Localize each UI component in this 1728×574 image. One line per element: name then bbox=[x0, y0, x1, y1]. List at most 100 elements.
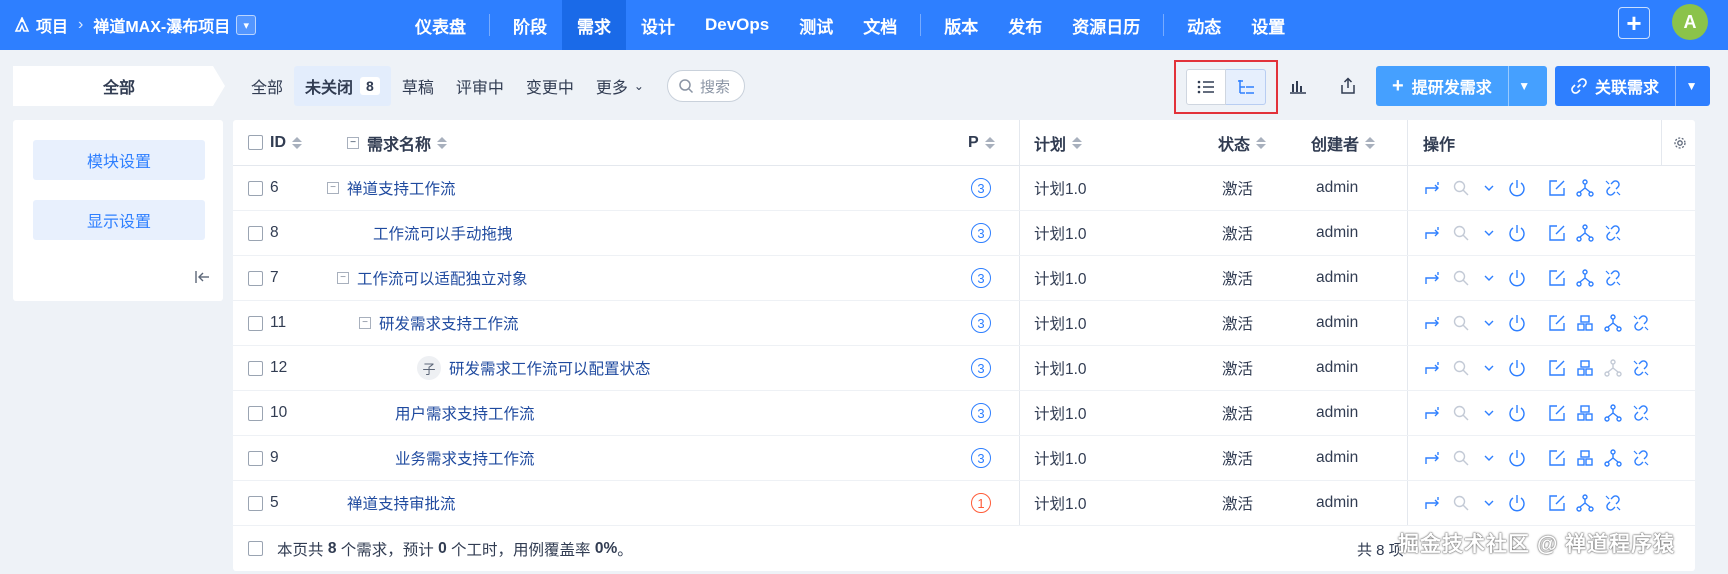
filter-changing[interactable]: 变更中 bbox=[515, 66, 585, 106]
edit-icon[interactable] bbox=[1543, 399, 1571, 427]
edit-icon[interactable] bbox=[1543, 354, 1571, 382]
story-name-link[interactable]: 研发需求工作流可以配置状态 bbox=[449, 357, 651, 379]
change-icon[interactable] bbox=[1419, 264, 1447, 292]
story-name-link[interactable]: 禅道支持工作流 bbox=[347, 177, 456, 199]
story-name-link[interactable]: 工作流可以适配独立对象 bbox=[357, 267, 528, 289]
row-checkbox[interactable] bbox=[248, 270, 263, 286]
review-icon[interactable] bbox=[1447, 444, 1475, 472]
chevron-down-icon[interactable]: ▼ bbox=[1675, 66, 1707, 106]
review-icon[interactable] bbox=[1447, 264, 1475, 292]
row-checkbox[interactable] bbox=[248, 315, 263, 331]
filter-unclosed[interactable]: 未关闭 8 bbox=[294, 66, 391, 106]
row-checkbox[interactable] bbox=[248, 495, 263, 511]
table-row[interactable]: 8 工作流可以手动拖拽 3 计划1.0 激活 admin bbox=[233, 211, 1695, 256]
change-icon[interactable] bbox=[1419, 399, 1447, 427]
subdivide-icon[interactable] bbox=[1599, 309, 1627, 337]
menu-dynamic[interactable]: 动态 bbox=[1172, 0, 1236, 50]
table-row[interactable]: 7 − 工作流可以适配独立对象 3 计划1.0 激活 admin bbox=[233, 256, 1695, 301]
list-view-button[interactable] bbox=[1186, 69, 1226, 105]
chevron-down-icon[interactable] bbox=[1475, 219, 1503, 247]
collapse-toggle-icon[interactable]: − bbox=[359, 317, 371, 329]
chart-icon[interactable] bbox=[1284, 72, 1312, 100]
review-icon[interactable] bbox=[1447, 399, 1475, 427]
table-row[interactable]: 11 − 研发需求支持工作流 3 计划1.0 激活 admin bbox=[233, 301, 1695, 346]
link-story-button[interactable]: 关联需求 ▼ bbox=[1555, 66, 1710, 106]
table-row[interactable]: 9 业务需求支持工作流 3 计划1.0 激活 admin bbox=[233, 436, 1695, 481]
row-checkbox[interactable] bbox=[248, 450, 263, 466]
change-icon[interactable] bbox=[1419, 174, 1447, 202]
change-icon[interactable] bbox=[1419, 309, 1447, 337]
add-icon[interactable]: + bbox=[1618, 7, 1650, 39]
subdivide-icon[interactable] bbox=[1571, 264, 1599, 292]
chevron-down-icon[interactable] bbox=[1475, 399, 1503, 427]
header-status[interactable]: 状态 bbox=[1218, 120, 1267, 165]
change-icon[interactable] bbox=[1419, 489, 1447, 517]
edit-icon[interactable] bbox=[1543, 174, 1571, 202]
unlink-icon[interactable] bbox=[1627, 309, 1655, 337]
menu-dashboard[interactable]: 仪表盘 bbox=[400, 0, 481, 50]
chevron-down-icon[interactable] bbox=[1475, 264, 1503, 292]
avatar[interactable]: A bbox=[1672, 4, 1708, 40]
breadcrumb-project[interactable]: 项目 bbox=[36, 13, 68, 37]
unlink-icon[interactable] bbox=[1599, 489, 1627, 517]
review-icon[interactable] bbox=[1447, 219, 1475, 247]
unlink-icon[interactable] bbox=[1599, 219, 1627, 247]
table-row[interactable]: 12 子研发需求工作流可以配置状态 3 计划1.0 激活 admin bbox=[233, 346, 1695, 391]
close-story-icon[interactable] bbox=[1503, 174, 1531, 202]
unlink-icon[interactable] bbox=[1627, 354, 1655, 382]
batch-create-icon[interactable] bbox=[1571, 354, 1599, 382]
filter-draft[interactable]: 草稿 bbox=[391, 66, 445, 106]
close-story-icon[interactable] bbox=[1503, 309, 1531, 337]
story-name-link[interactable]: 研发需求支持工作流 bbox=[379, 312, 519, 334]
chevron-down-icon[interactable] bbox=[1475, 309, 1503, 337]
header-priority[interactable]: P bbox=[968, 120, 995, 165]
subdivide-icon[interactable] bbox=[1571, 489, 1599, 517]
chevron-down-icon[interactable] bbox=[1475, 489, 1503, 517]
chevron-down-icon[interactable] bbox=[1475, 174, 1503, 202]
row-checkbox[interactable] bbox=[248, 360, 263, 376]
menu-story[interactable]: 需求 bbox=[562, 0, 626, 50]
select-page-checkbox[interactable] bbox=[248, 541, 263, 556]
batch-create-icon[interactable] bbox=[1571, 444, 1599, 472]
review-icon[interactable] bbox=[1447, 174, 1475, 202]
chevron-down-icon[interactable] bbox=[1475, 354, 1503, 382]
header-creator[interactable]: 创建者 bbox=[1311, 120, 1376, 165]
collapse-toggle-icon[interactable]: − bbox=[327, 182, 339, 194]
unlink-icon[interactable] bbox=[1599, 264, 1627, 292]
menu-doc[interactable]: 文档 bbox=[848, 0, 912, 50]
change-icon[interactable] bbox=[1419, 444, 1447, 472]
collapse-toggle-icon[interactable]: − bbox=[337, 272, 349, 284]
unlink-icon[interactable] bbox=[1599, 174, 1627, 202]
batch-create-icon[interactable] bbox=[1571, 309, 1599, 337]
change-icon[interactable] bbox=[1419, 219, 1447, 247]
chevron-down-icon[interactable]: ▾ bbox=[236, 15, 257, 35]
menu-test[interactable]: 测试 bbox=[784, 0, 848, 50]
review-icon[interactable] bbox=[1447, 354, 1475, 382]
menu-design[interactable]: 设计 bbox=[626, 0, 690, 50]
header-plan[interactable]: 计划 bbox=[1034, 120, 1083, 165]
review-icon[interactable] bbox=[1447, 489, 1475, 517]
change-icon[interactable] bbox=[1419, 354, 1447, 382]
close-story-icon[interactable] bbox=[1503, 399, 1531, 427]
edit-icon[interactable] bbox=[1543, 489, 1571, 517]
filter-reviewing[interactable]: 评审中 bbox=[445, 66, 515, 106]
subdivide-icon[interactable] bbox=[1571, 219, 1599, 247]
batch-create-icon[interactable] bbox=[1571, 399, 1599, 427]
close-story-icon[interactable] bbox=[1503, 264, 1531, 292]
menu-build[interactable]: 版本 bbox=[929, 0, 993, 50]
story-name-link[interactable]: 工作流可以手动拖拽 bbox=[373, 222, 513, 244]
close-story-icon[interactable] bbox=[1503, 354, 1531, 382]
subdivide-icon[interactable] bbox=[1599, 444, 1627, 472]
story-name-link[interactable]: 业务需求支持工作流 bbox=[395, 447, 535, 469]
menu-devops[interactable]: DevOps bbox=[690, 0, 784, 50]
close-story-icon[interactable] bbox=[1503, 444, 1531, 472]
story-name-link[interactable]: 禅道支持审批流 bbox=[347, 492, 456, 514]
unlink-icon[interactable] bbox=[1627, 399, 1655, 427]
row-checkbox[interactable] bbox=[248, 225, 263, 241]
row-checkbox[interactable] bbox=[248, 405, 263, 421]
close-story-icon[interactable] bbox=[1503, 489, 1531, 517]
chevron-down-icon[interactable]: ▼ bbox=[1507, 66, 1540, 106]
chevron-down-icon[interactable] bbox=[1475, 444, 1503, 472]
subdivide-icon[interactable] bbox=[1571, 174, 1599, 202]
edit-icon[interactable] bbox=[1543, 444, 1571, 472]
